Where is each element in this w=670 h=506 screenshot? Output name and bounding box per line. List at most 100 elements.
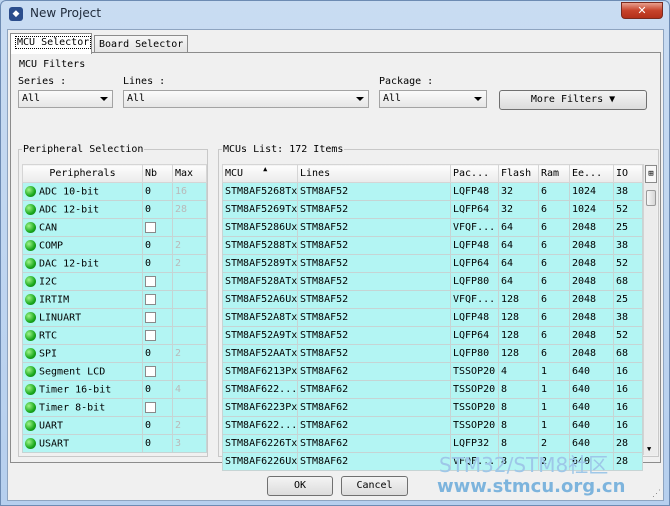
peripheral-row[interactable]: DAC 12-bit 0 2 bbox=[22, 254, 207, 273]
scrollbar-thumb[interactable] bbox=[646, 190, 656, 206]
peripheral-checkbox[interactable] bbox=[145, 221, 156, 233]
peripheral-row[interactable]: Timer 16-bit 0 4 bbox=[22, 380, 207, 399]
peripheral-nb-cell[interactable] bbox=[142, 326, 173, 345]
tab-mcu-selector[interactable]: MCU Selector bbox=[10, 33, 92, 54]
peripheral-nb-cell[interactable]: 0 bbox=[142, 254, 173, 273]
peripheral-name: IRTIM bbox=[39, 294, 70, 306]
lines-cell: STM8AF62 bbox=[297, 398, 451, 417]
mcu-row[interactable]: STM8AF6223Px STM8AF62 TSSOP20 8 1 640 16 bbox=[222, 398, 643, 417]
ram-cell: 1 bbox=[538, 398, 570, 417]
peripheral-nb-cell[interactable]: 0 bbox=[142, 200, 173, 219]
flash-cell: 64 bbox=[498, 218, 539, 237]
peripheral-nb-cell[interactable] bbox=[142, 218, 173, 237]
peripheral-row[interactable]: UART 0 2 bbox=[22, 416, 207, 435]
peripheral-nb-cell[interactable] bbox=[142, 272, 173, 291]
mcu-row[interactable]: STM8AF622... STM8AF62 TSSOP20 8 1 640 16 bbox=[222, 416, 643, 435]
peripheral-nb-cell[interactable] bbox=[142, 290, 173, 309]
resize-grip-icon[interactable]: ⋰ bbox=[652, 489, 661, 499]
peripheral-max-cell: 4 bbox=[172, 380, 207, 399]
package-dropdown[interactable]: All bbox=[379, 90, 487, 108]
close-button[interactable]: ✕ bbox=[621, 2, 663, 19]
io-cell: 68 bbox=[613, 272, 643, 291]
peripheral-row[interactable]: I2C bbox=[22, 272, 207, 291]
peripheral-checkbox[interactable] bbox=[145, 329, 156, 341]
col-header-flash[interactable]: Flash bbox=[498, 164, 539, 183]
col-header-eeprom[interactable]: Ee... bbox=[569, 164, 614, 183]
peripheral-name: USART bbox=[39, 438, 70, 450]
io-cell: 25 bbox=[613, 290, 643, 309]
more-filters-button[interactable]: More Filters ▼ bbox=[499, 90, 647, 110]
peripheral-nb-cell[interactable]: 0 bbox=[142, 434, 173, 453]
mcu-row[interactable]: STM8AF5286Ux STM8AF52 VFQF... 64 6 2048 25 bbox=[222, 218, 643, 237]
peripheral-checkbox[interactable] bbox=[145, 293, 156, 305]
series-dropdown[interactable]: All bbox=[18, 90, 113, 108]
col-header-nb[interactable]: Nb bbox=[142, 164, 173, 183]
peripheral-max-cell bbox=[172, 272, 207, 291]
ram-cell: 1 bbox=[538, 380, 570, 399]
peripheral-row[interactable]: IRTIM bbox=[22, 290, 207, 309]
peripheral-nb-cell[interactable] bbox=[142, 308, 173, 327]
sort-ascending-icon: ▲ bbox=[263, 165, 268, 174]
lines-cell: STM8AF62 bbox=[297, 380, 451, 399]
peripheral-row[interactable]: LINUART bbox=[22, 308, 207, 327]
status-ok-icon bbox=[25, 257, 36, 269]
col-header-ram[interactable]: Ram bbox=[538, 164, 570, 183]
mcu-cell: STM8AF5289Tx bbox=[222, 254, 298, 273]
column-chooser-icon[interactable]: ⊞ bbox=[645, 165, 657, 183]
lines-cell: STM8AF62 bbox=[297, 434, 451, 453]
peripheral-checkbox[interactable] bbox=[145, 401, 156, 413]
io-cell: 28 bbox=[613, 452, 643, 471]
col-header-io[interactable]: IO bbox=[613, 164, 643, 183]
eeprom-cell: 640 bbox=[569, 362, 614, 381]
peripheral-nb-cell[interactable]: 0 bbox=[142, 344, 173, 363]
mcu-row[interactable]: STM8AF528ATx STM8AF52 LQFP80 64 6 2048 68 bbox=[222, 272, 643, 291]
mcu-row[interactable]: STM8AF52AATx STM8AF52 LQFP80 128 6 2048 68 bbox=[222, 344, 643, 363]
peripheral-checkbox[interactable] bbox=[145, 311, 156, 323]
peripheral-row[interactable]: RTC bbox=[22, 326, 207, 345]
mcu-row[interactable]: STM8AF622... STM8AF62 TSSOP20 8 1 640 16 bbox=[222, 380, 643, 399]
mcu-list-scrollbar[interactable]: ⊞ ▼ bbox=[643, 164, 657, 455]
mcu-row[interactable]: STM8AF5269Tx STM8AF52 LQFP64 32 6 1024 52 bbox=[222, 200, 643, 219]
ok-button[interactable]: OK bbox=[267, 476, 333, 496]
col-header-peripherals[interactable]: Peripherals bbox=[22, 164, 143, 183]
package-cell: LQFP64 bbox=[450, 254, 499, 273]
lines-dropdown[interactable]: All bbox=[123, 90, 369, 108]
peripheral-name: Segment LCD bbox=[39, 366, 106, 378]
peripheral-nb-cell[interactable]: 0 bbox=[142, 416, 173, 435]
scroll-down-arrow-icon[interactable]: ▼ bbox=[647, 445, 651, 453]
col-header-max[interactable]: Max bbox=[172, 164, 207, 183]
peripheral-nb-cell[interactable]: 0 bbox=[142, 182, 173, 201]
col-header-lines[interactable]: Lines bbox=[297, 164, 451, 183]
package-cell: TSSOP20 bbox=[450, 362, 499, 381]
ram-cell: 6 bbox=[538, 272, 570, 291]
peripheral-row[interactable]: SPI 0 2 bbox=[22, 344, 207, 363]
mcu-row[interactable]: STM8AF52A6Ux STM8AF52 VFQF... 128 6 2048 25 bbox=[222, 290, 643, 309]
peripheral-nb-cell[interactable]: 0 bbox=[142, 380, 173, 399]
col-header-mcu[interactable]: MCU ▲ bbox=[222, 164, 298, 183]
peripheral-name: SPI bbox=[39, 348, 58, 360]
peripheral-nb-cell[interactable] bbox=[142, 362, 173, 381]
mcu-cell: STM8AF622... bbox=[222, 416, 298, 435]
mcu-row[interactable]: STM8AF6213Px STM8AF62 TSSOP20 4 1 640 16 bbox=[222, 362, 643, 381]
peripheral-row[interactable]: ADC 12-bit 0 28 bbox=[22, 200, 207, 219]
mcu-row[interactable]: STM8AF5289Tx STM8AF52 LQFP64 64 6 2048 52 bbox=[222, 254, 643, 273]
peripheral-nb-cell[interactable] bbox=[142, 398, 173, 417]
peripheral-row[interactable]: Segment LCD bbox=[22, 362, 207, 381]
peripheral-checkbox[interactable] bbox=[145, 365, 156, 377]
mcu-row[interactable]: STM8AF52A8Tx STM8AF52 LQFP48 128 6 2048 38 bbox=[222, 308, 643, 327]
status-ok-icon bbox=[25, 365, 36, 377]
peripheral-nb-cell[interactable]: 0 bbox=[142, 236, 173, 255]
peripheral-row[interactable]: CAN bbox=[22, 218, 207, 237]
peripheral-name-cell: COMP bbox=[22, 236, 143, 255]
col-header-package[interactable]: Pac... bbox=[450, 164, 499, 183]
peripheral-checkbox[interactable] bbox=[145, 275, 156, 287]
peripheral-row[interactable]: Timer 8-bit bbox=[22, 398, 207, 417]
peripheral-row[interactable]: COMP 0 2 bbox=[22, 236, 207, 255]
peripheral-row[interactable]: ADC 10-bit 0 16 bbox=[22, 182, 207, 201]
mcu-row[interactable]: STM8AF5288Tx STM8AF52 LQFP48 64 6 2048 38 bbox=[222, 236, 643, 255]
mcu-row[interactable]: STM8AF52A9Tx STM8AF52 LQFP64 128 6 2048 52 bbox=[222, 326, 643, 345]
mcu-row[interactable]: STM8AF5268Tx STM8AF52 LQFP48 32 6 1024 38 bbox=[222, 182, 643, 201]
peripheral-row[interactable]: USART 0 3 bbox=[22, 434, 207, 453]
package-cell: LQFP64 bbox=[450, 200, 499, 219]
cancel-button[interactable]: Cancel bbox=[341, 476, 408, 496]
